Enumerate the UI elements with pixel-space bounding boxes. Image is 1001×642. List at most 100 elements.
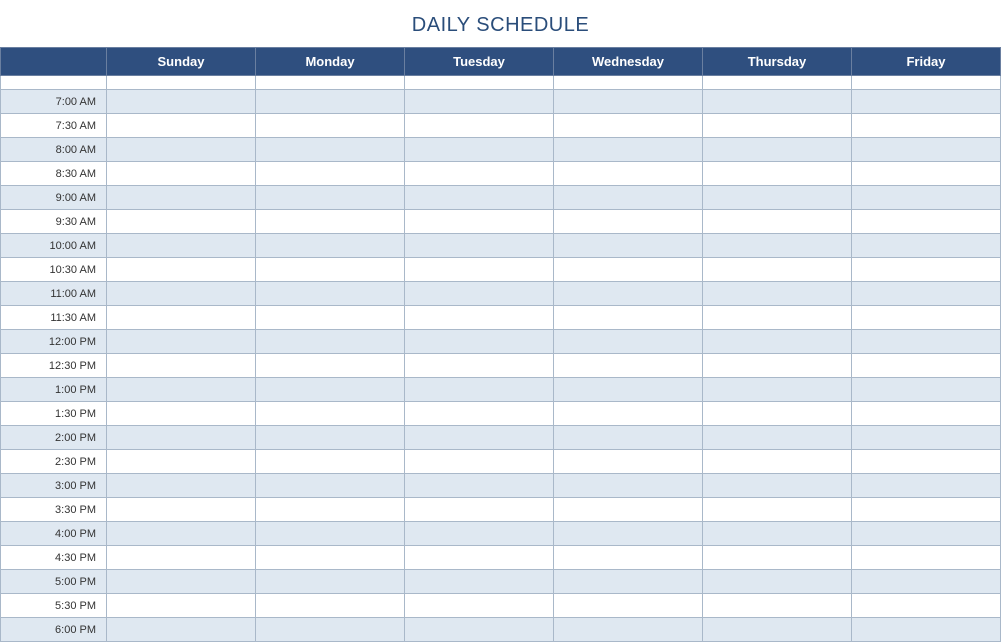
schedule-cell[interactable] bbox=[256, 426, 405, 450]
schedule-cell[interactable] bbox=[405, 210, 554, 234]
schedule-cell[interactable] bbox=[554, 330, 703, 354]
schedule-cell[interactable] bbox=[703, 234, 852, 258]
schedule-cell[interactable] bbox=[107, 138, 256, 162]
schedule-cell[interactable] bbox=[107, 402, 256, 426]
schedule-cell[interactable] bbox=[852, 258, 1001, 282]
schedule-cell[interactable] bbox=[554, 570, 703, 594]
schedule-cell[interactable] bbox=[703, 138, 852, 162]
schedule-cell[interactable] bbox=[107, 570, 256, 594]
schedule-cell[interactable] bbox=[405, 522, 554, 546]
schedule-cell[interactable] bbox=[107, 114, 256, 138]
schedule-cell[interactable] bbox=[554, 498, 703, 522]
schedule-cell[interactable] bbox=[554, 522, 703, 546]
schedule-cell[interactable] bbox=[256, 330, 405, 354]
schedule-cell[interactable] bbox=[852, 210, 1001, 234]
schedule-cell[interactable] bbox=[852, 450, 1001, 474]
schedule-cell[interactable] bbox=[405, 426, 554, 450]
schedule-cell[interactable] bbox=[852, 234, 1001, 258]
schedule-cell[interactable] bbox=[256, 570, 405, 594]
schedule-cell[interactable] bbox=[107, 162, 256, 186]
schedule-cell[interactable] bbox=[256, 114, 405, 138]
schedule-cell[interactable] bbox=[703, 330, 852, 354]
schedule-cell[interactable] bbox=[852, 186, 1001, 210]
schedule-cell[interactable] bbox=[554, 114, 703, 138]
schedule-cell[interactable] bbox=[703, 474, 852, 498]
schedule-cell[interactable] bbox=[554, 594, 703, 618]
schedule-cell[interactable] bbox=[256, 450, 405, 474]
schedule-cell[interactable] bbox=[852, 114, 1001, 138]
schedule-cell[interactable] bbox=[852, 162, 1001, 186]
schedule-cell[interactable] bbox=[703, 450, 852, 474]
schedule-cell[interactable] bbox=[703, 402, 852, 426]
schedule-cell[interactable] bbox=[256, 546, 405, 570]
schedule-cell[interactable] bbox=[256, 594, 405, 618]
schedule-cell[interactable] bbox=[256, 354, 405, 378]
schedule-cell[interactable] bbox=[703, 282, 852, 306]
schedule-cell[interactable] bbox=[107, 378, 256, 402]
schedule-cell[interactable] bbox=[107, 306, 256, 330]
schedule-cell[interactable] bbox=[256, 210, 405, 234]
schedule-cell[interactable] bbox=[554, 90, 703, 114]
schedule-cell[interactable] bbox=[703, 618, 852, 642]
schedule-cell[interactable] bbox=[107, 234, 256, 258]
schedule-cell[interactable] bbox=[703, 498, 852, 522]
schedule-cell[interactable] bbox=[107, 426, 256, 450]
schedule-cell[interactable] bbox=[852, 618, 1001, 642]
schedule-cell[interactable] bbox=[852, 378, 1001, 402]
schedule-cell[interactable] bbox=[405, 282, 554, 306]
schedule-cell[interactable] bbox=[107, 522, 256, 546]
schedule-cell[interactable] bbox=[554, 402, 703, 426]
schedule-cell[interactable] bbox=[256, 474, 405, 498]
schedule-cell[interactable] bbox=[256, 186, 405, 210]
schedule-cell[interactable] bbox=[554, 210, 703, 234]
schedule-cell[interactable] bbox=[703, 546, 852, 570]
schedule-cell[interactable] bbox=[256, 522, 405, 546]
schedule-cell[interactable] bbox=[703, 306, 852, 330]
schedule-cell[interactable] bbox=[405, 306, 554, 330]
schedule-cell[interactable] bbox=[256, 234, 405, 258]
schedule-cell[interactable] bbox=[852, 354, 1001, 378]
schedule-cell[interactable] bbox=[256, 306, 405, 330]
schedule-cell[interactable] bbox=[852, 594, 1001, 618]
schedule-cell[interactable] bbox=[405, 402, 554, 426]
schedule-cell[interactable] bbox=[852, 426, 1001, 450]
schedule-cell[interactable] bbox=[852, 138, 1001, 162]
schedule-cell[interactable] bbox=[405, 258, 554, 282]
schedule-cell[interactable] bbox=[107, 90, 256, 114]
schedule-cell[interactable] bbox=[852, 306, 1001, 330]
schedule-cell[interactable] bbox=[852, 570, 1001, 594]
schedule-cell[interactable] bbox=[405, 474, 554, 498]
schedule-cell[interactable] bbox=[703, 570, 852, 594]
schedule-cell[interactable] bbox=[703, 90, 852, 114]
schedule-cell[interactable] bbox=[107, 546, 256, 570]
schedule-cell[interactable] bbox=[107, 330, 256, 354]
schedule-cell[interactable] bbox=[703, 594, 852, 618]
schedule-cell[interactable] bbox=[852, 546, 1001, 570]
schedule-cell[interactable] bbox=[703, 522, 852, 546]
schedule-cell[interactable] bbox=[256, 402, 405, 426]
schedule-cell[interactable] bbox=[107, 618, 256, 642]
schedule-cell[interactable] bbox=[554, 138, 703, 162]
schedule-cell[interactable] bbox=[554, 258, 703, 282]
schedule-cell[interactable] bbox=[554, 306, 703, 330]
schedule-cell[interactable] bbox=[852, 522, 1001, 546]
schedule-cell[interactable] bbox=[554, 186, 703, 210]
schedule-cell[interactable] bbox=[405, 570, 554, 594]
schedule-cell[interactable] bbox=[405, 354, 554, 378]
schedule-cell[interactable] bbox=[405, 546, 554, 570]
schedule-cell[interactable] bbox=[852, 90, 1001, 114]
schedule-cell[interactable] bbox=[703, 210, 852, 234]
schedule-cell[interactable] bbox=[703, 378, 852, 402]
schedule-cell[interactable] bbox=[405, 618, 554, 642]
schedule-cell[interactable] bbox=[107, 450, 256, 474]
schedule-cell[interactable] bbox=[852, 498, 1001, 522]
schedule-cell[interactable] bbox=[703, 426, 852, 450]
schedule-cell[interactable] bbox=[256, 90, 405, 114]
schedule-cell[interactable] bbox=[256, 138, 405, 162]
schedule-cell[interactable] bbox=[554, 618, 703, 642]
schedule-cell[interactable] bbox=[405, 186, 554, 210]
schedule-cell[interactable] bbox=[554, 474, 703, 498]
schedule-cell[interactable] bbox=[256, 498, 405, 522]
schedule-cell[interactable] bbox=[256, 282, 405, 306]
schedule-cell[interactable] bbox=[405, 162, 554, 186]
